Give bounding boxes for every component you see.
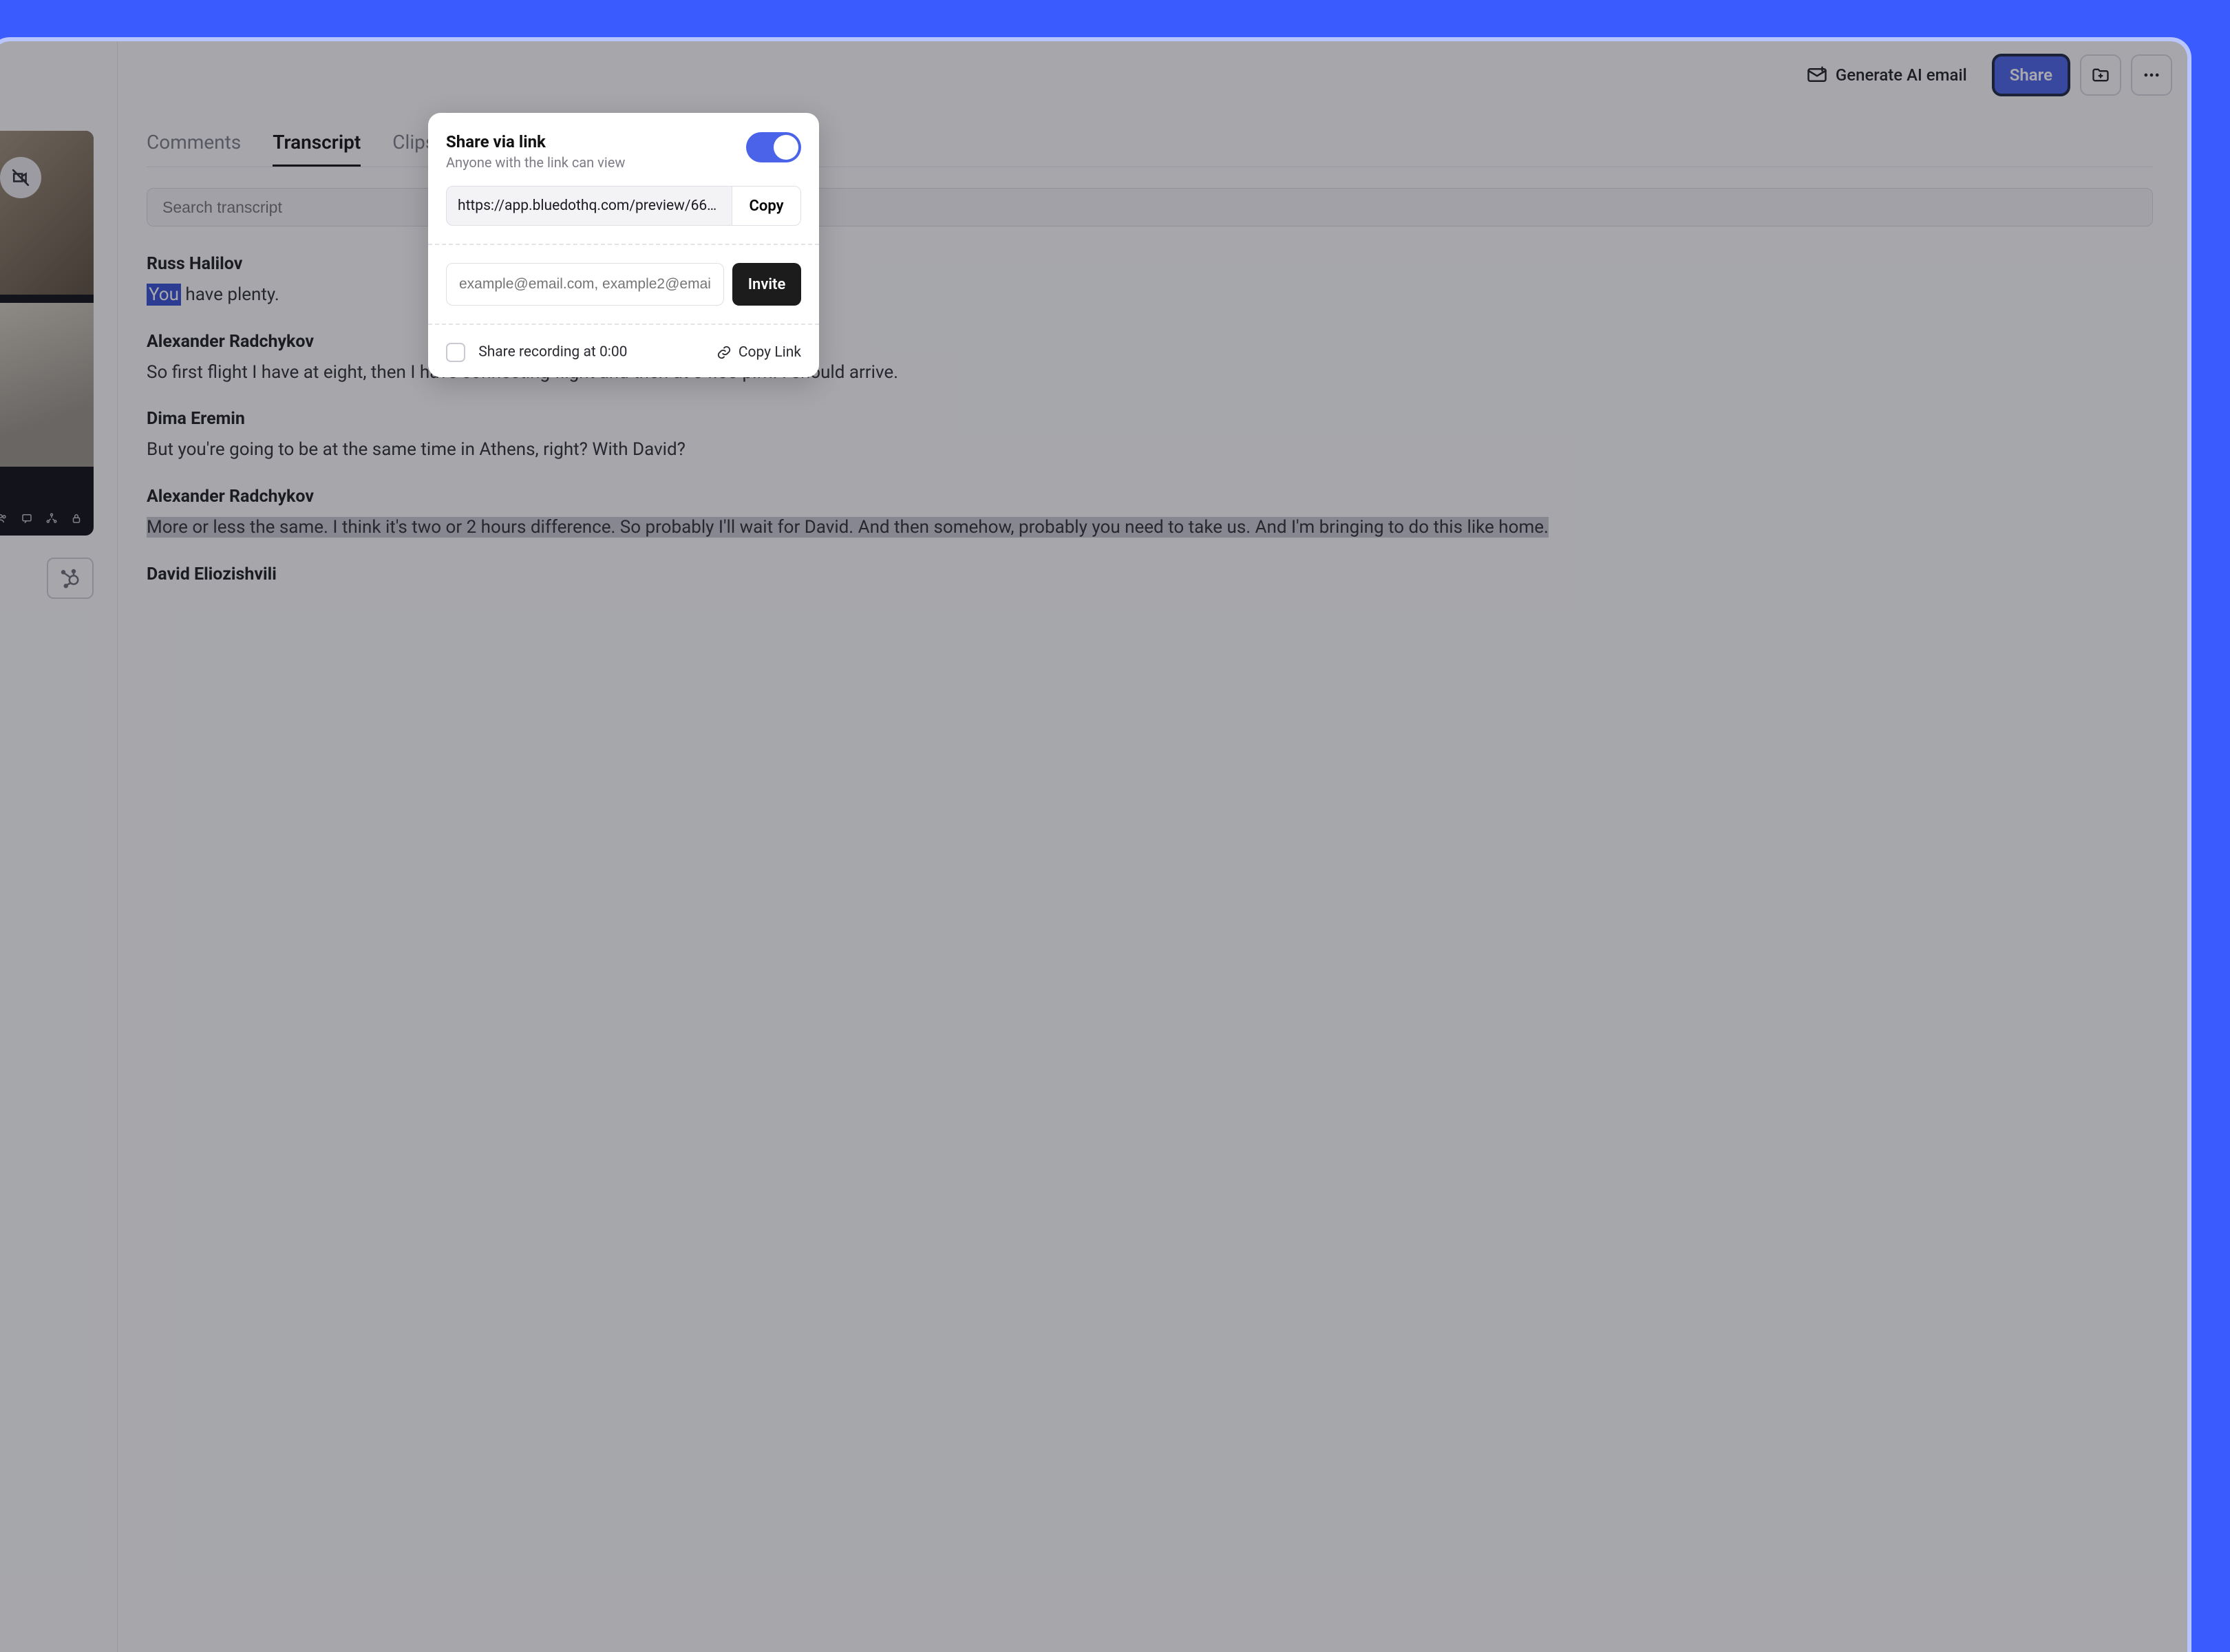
more-horizontal-icon (2142, 65, 2161, 85)
app-window: Generate AI email Share (0, 41, 2187, 1652)
transcript-utterance[interactable]: More or less the same. I think it's two … (147, 515, 2153, 541)
participants-icon[interactable] (0, 512, 8, 525)
video-strip (0, 41, 117, 1652)
share-at-timestamp-checkbox[interactable] (446, 343, 465, 362)
share-popover: Share via link Anyone with the link can … (428, 113, 819, 377)
participant-tile (0, 303, 94, 467)
invite-email-input[interactable] (446, 263, 724, 306)
share-popover-title: Share via link (446, 132, 625, 151)
generate-ai-email-button[interactable]: Generate AI email (1792, 54, 1982, 96)
generate-ai-label: Generate AI email (1836, 65, 1967, 85)
copy-link-button[interactable]: Copy (732, 187, 800, 225)
hubspot-icon (60, 568, 81, 589)
camera-off-icon (12, 169, 30, 187)
folder-plus-icon (2091, 65, 2110, 85)
tab-comments[interactable]: Comments (147, 131, 241, 167)
video-controls (0, 512, 83, 525)
camera-off-badge (0, 157, 41, 198)
tab-transcript[interactable]: Transcript (273, 131, 361, 167)
share-at-timestamp-option[interactable]: Share recording at 0:00 (446, 343, 627, 362)
invite-button[interactable]: Invite (732, 263, 801, 306)
chat-icon[interactable] (21, 512, 33, 525)
link-share-toggle[interactable] (746, 132, 801, 162)
share-popover-subtitle: Anyone with the link can view (446, 154, 625, 171)
participant-tile (0, 131, 94, 295)
transcript-utterance[interactable]: But you're going to be at the same time … (147, 437, 2153, 463)
top-toolbar: Generate AI email Share (1792, 54, 2172, 96)
video-panel (0, 131, 94, 536)
share-button[interactable]: Share (1992, 54, 2070, 96)
more-options-button[interactable] (2131, 54, 2172, 96)
share-link-field[interactable]: https://app.bluedothq.com/preview/66… (447, 187, 732, 225)
transcript-speaker: Alexander Radchykov (147, 487, 2153, 507)
transcript-speaker: Dima Eremin (147, 409, 2153, 429)
add-to-folder-button[interactable] (2080, 54, 2121, 96)
mail-plus-icon (1807, 65, 1827, 85)
network-icon[interactable] (45, 512, 58, 525)
copy-link-secondary-label: Copy Link (739, 344, 801, 361)
link-icon (716, 345, 732, 360)
share-label: Share (2010, 65, 2052, 85)
hubspot-button[interactable] (47, 558, 94, 599)
copy-link-secondary-button[interactable]: Copy Link (716, 344, 801, 361)
transcript-speaker: David Eliozishvili (147, 564, 2153, 584)
share-at-timestamp-label: Share recording at 0:00 (478, 344, 627, 361)
lock-icon[interactable] (70, 512, 83, 525)
